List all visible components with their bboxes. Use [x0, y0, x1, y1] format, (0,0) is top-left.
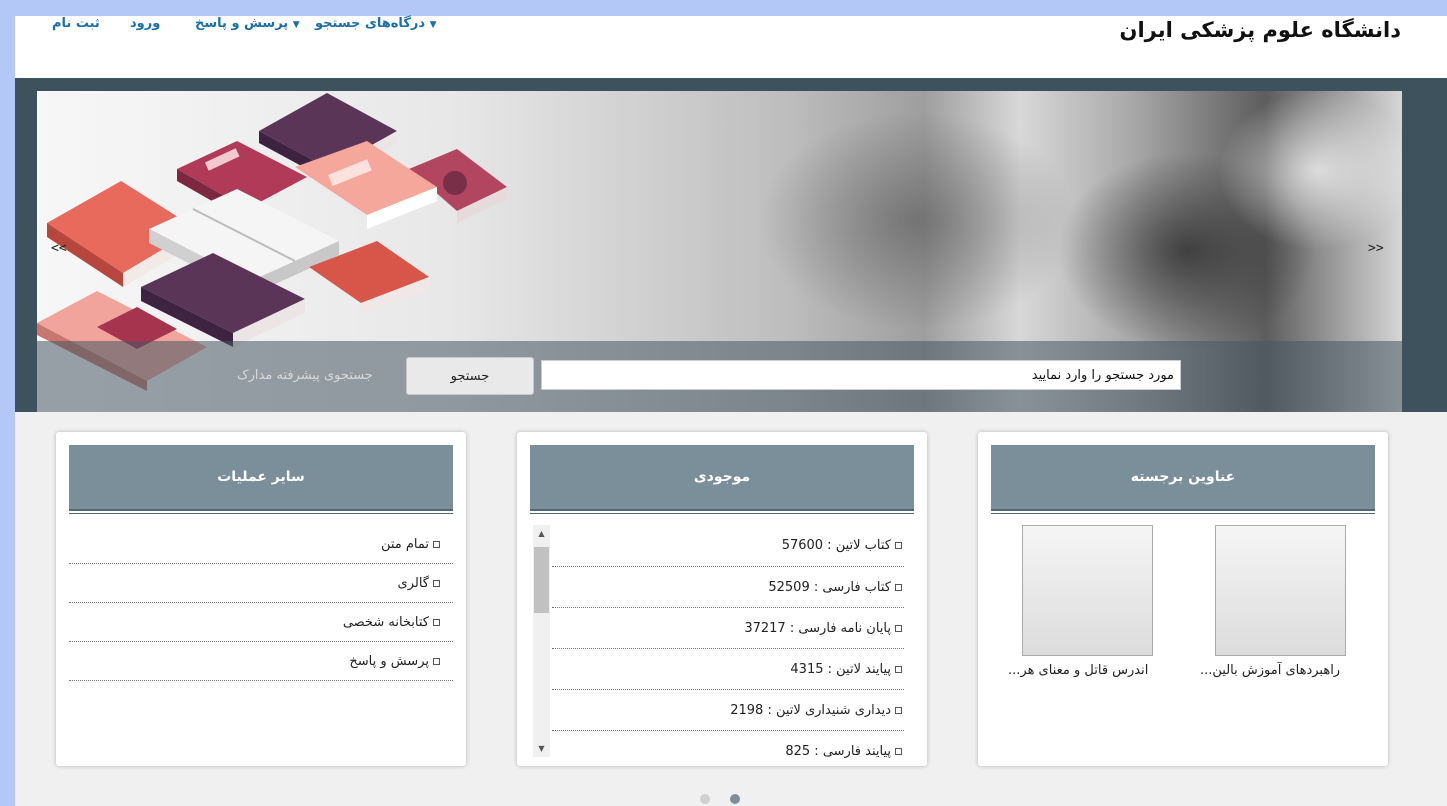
square-bullet-icon — [895, 583, 902, 591]
other-ops-list: تمام متن گالری کتابخانه شخصی پرسش و پاسخ — [69, 525, 453, 681]
square-bullet-icon — [895, 624, 902, 632]
square-bullet-icon — [895, 665, 902, 673]
list-item[interactable]: گالری — [69, 564, 453, 603]
list-item[interactable]: پیایند لاتین : 4315 — [552, 649, 904, 690]
background-blur — [1217, 91, 1402, 251]
featured-panel-title: عناوین برجسته — [991, 445, 1375, 514]
hero-banner: << >> جستجو جستجوی پیشرفته مدارک — [15, 78, 1447, 412]
search-input[interactable] — [541, 360, 1181, 390]
nav-login[interactable]: ورود — [130, 16, 160, 31]
list-item-label: پیایند لاتین : 4315 — [790, 661, 891, 677]
slider-next-arrow[interactable]: >> — [1368, 241, 1384, 256]
inventory-panel: موجودی ▲ ▼ کتاب لاتین : 57600 کتاب فارسی… — [517, 432, 927, 766]
featured-thumbnail[interactable] — [1215, 525, 1346, 656]
list-item[interactable]: پرسش و پاسخ — [69, 642, 453, 681]
background-blur — [757, 111, 1077, 331]
list-item[interactable]: کتاب لاتین : 57600 — [552, 525, 904, 567]
list-item-label: کتاب لاتین : 57600 — [781, 538, 891, 553]
search-bar: جستجو جستجوی پیشرفته مدارک — [37, 341, 1402, 412]
inventory-panel-title: موجودی — [530, 445, 914, 514]
list-item-label: کتاب فارسی : 52509 — [768, 579, 891, 595]
list-item[interactable]: کتاب فارسی : 52509 — [552, 567, 904, 608]
other-ops-panel: سایر عملیات تمام متن گالری کتابخانه شخصی… — [56, 432, 466, 766]
header: دانشگاه علوم پزشکی ایران درگاه‌های جستجو… — [15, 16, 1447, 78]
list-item-label: کتابخانه شخصی — [342, 614, 429, 630]
square-bullet-icon — [433, 540, 440, 548]
list-item[interactable]: دیداری شنیداری لاتین : 2198 — [552, 690, 904, 731]
featured-caption[interactable]: اندرس قاتل و معنای هر... — [1008, 663, 1148, 678]
square-bullet-icon — [895, 706, 902, 714]
nav-qa[interactable]: پرسش و پاسخ ▼ — [195, 16, 305, 31]
featured-panel: عناوین برجسته راهبردهای آموزش بالین... ا… — [978, 432, 1388, 766]
scroll-down-icon[interactable]: ▼ — [533, 740, 550, 757]
list-item[interactable]: کتابخانه شخصی — [69, 603, 453, 642]
nav-qa-label: پرسش و پاسخ — [195, 16, 289, 31]
carousel-dot-active[interactable] — [730, 794, 740, 804]
page: دانشگاه علوم پزشکی ایران درگاه‌های جستجو… — [15, 16, 1447, 806]
featured-thumbnail[interactable] — [1022, 525, 1153, 656]
square-bullet-icon — [433, 657, 440, 665]
square-bullet-icon — [433, 618, 440, 626]
list-item-label: گالری — [397, 575, 429, 591]
caret-down-icon: ▼ — [292, 20, 300, 30]
nav-search-portals[interactable]: درگاه‌های جستجو ▼ — [315, 16, 441, 31]
square-bullet-icon — [895, 747, 902, 755]
caret-down-icon: ▼ — [429, 20, 437, 30]
slider-prev-arrow[interactable]: << — [51, 241, 67, 256]
list-item-label: دیداری شنیداری لاتین : 2198 — [730, 702, 891, 718]
site-title[interactable]: دانشگاه علوم پزشکی ایران — [1120, 18, 1401, 42]
scroll-up-icon[interactable]: ▲ — [533, 525, 550, 542]
square-bullet-icon — [433, 579, 440, 587]
other-ops-panel-title: سایر عملیات — [69, 445, 453, 514]
featured-caption[interactable]: راهبردهای آموزش بالین... — [1200, 663, 1340, 678]
nav-register[interactable]: ثبت نام — [52, 16, 100, 31]
search-button[interactable]: جستجو — [406, 357, 534, 395]
list-item-label: پایان نامه فارسی : 37217 — [744, 620, 891, 636]
list-item-label: پیایند فارسی : 825 — [785, 743, 891, 759]
list-item-label: پرسش و پاسخ — [349, 653, 429, 669]
advanced-search-link[interactable]: جستجوی پیشرفته مدارک — [237, 368, 373, 383]
list-item-label: تمام متن — [380, 536, 429, 552]
nav-search-portals-label: درگاه‌های جستجو — [315, 16, 426, 31]
carousel-dot[interactable] — [700, 794, 710, 804]
list-item[interactable]: پایان نامه فارسی : 37217 — [552, 608, 904, 649]
inventory-scrollbar[interactable]: ▲ ▼ — [533, 525, 550, 757]
square-bullet-icon — [895, 542, 902, 549]
inventory-list: کتاب لاتین : 57600 کتاب فارسی : 52509 پا… — [552, 525, 904, 766]
hero-slide: << >> جستجو جستجوی پیشرفته مدارک — [37, 91, 1402, 412]
scroll-thumb[interactable] — [534, 547, 549, 613]
list-item[interactable]: پیایند فارسی : 825 — [552, 731, 904, 766]
list-item[interactable]: تمام متن — [69, 525, 453, 564]
